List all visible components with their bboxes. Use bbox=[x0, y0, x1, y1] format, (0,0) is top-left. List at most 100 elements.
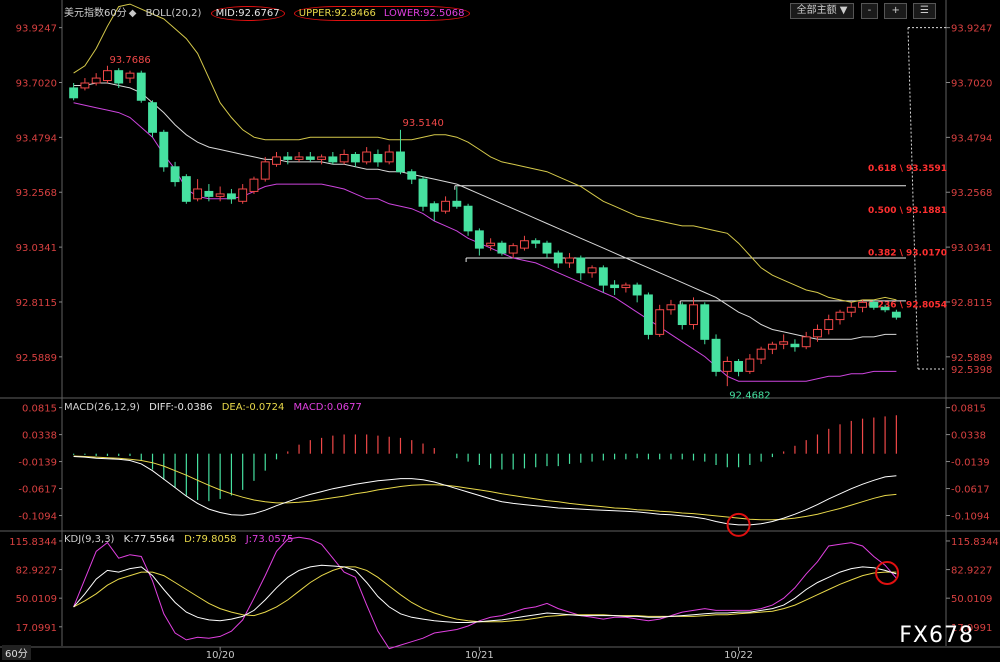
y-tick-label-right: 92.5398 bbox=[951, 365, 992, 376]
y-tick-label-right: -0.1094 bbox=[951, 512, 990, 523]
candle-body bbox=[565, 257, 574, 264]
toolbar: 全部主额 ▼ - + ☰ bbox=[787, 3, 936, 19]
candle-body bbox=[396, 151, 405, 173]
candle-body bbox=[835, 311, 845, 321]
boll-lower-value: LOWER:92.5068 bbox=[379, 6, 470, 21]
macd-macd-value: MACD:0.0677 bbox=[293, 402, 362, 413]
candle-body bbox=[103, 70, 112, 82]
y-tick-label-left: 50.0109 bbox=[16, 594, 57, 605]
candle-body bbox=[226, 193, 236, 200]
candle-body bbox=[474, 230, 484, 249]
candle-body bbox=[520, 240, 529, 249]
candle-body bbox=[350, 153, 360, 163]
y-tick-label-left: 93.2568 bbox=[16, 188, 57, 199]
x-tick-label: 10/20 bbox=[206, 650, 235, 661]
y-tick-label-right: 93.4794 bbox=[951, 133, 992, 144]
candle-body bbox=[486, 242, 496, 247]
candle-body bbox=[790, 343, 800, 348]
candle-body bbox=[407, 171, 417, 180]
boll-lower-line bbox=[73, 102, 897, 382]
candle-body bbox=[666, 304, 676, 311]
candle-body bbox=[621, 284, 631, 289]
candle-body bbox=[339, 153, 349, 163]
candle-body bbox=[643, 294, 653, 335]
price-annotation: 93.7686 bbox=[109, 55, 150, 66]
kdj-k-value: K:77.5564 bbox=[123, 534, 175, 545]
period-dropdown-icon[interactable]: ◆ bbox=[129, 8, 137, 19]
candle-body bbox=[418, 178, 428, 207]
macd-diff-value: DIFF:-0.0386 bbox=[149, 402, 213, 413]
fib-level-label: 0.382 \ 93.0170 bbox=[868, 248, 947, 258]
candle-body bbox=[441, 200, 450, 212]
candle-body bbox=[272, 156, 281, 165]
candle-body bbox=[283, 156, 293, 160]
candle-body bbox=[801, 336, 811, 348]
candle-body bbox=[452, 200, 462, 207]
candle-body bbox=[148, 102, 157, 133]
price-annotation: 93.5140 bbox=[402, 118, 443, 129]
fib-level-label: 0.236 \ 92.8054 bbox=[868, 300, 947, 310]
chart-frame bbox=[0, 0, 1000, 648]
candle-body bbox=[880, 306, 890, 311]
y-tick-label-left: 93.0341 bbox=[16, 243, 57, 254]
fib-level-label: 0.500 \ 93.1881 bbox=[868, 206, 947, 216]
candle-body bbox=[756, 348, 766, 360]
candle-body bbox=[824, 319, 834, 330]
candle-body bbox=[181, 176, 191, 202]
fib-level-label: 0.618 \ 93.3591 bbox=[868, 164, 947, 174]
y-tick-label-right: 92.8115 bbox=[951, 298, 992, 309]
candle-body bbox=[576, 257, 586, 274]
candle-body bbox=[80, 82, 90, 89]
candle-body bbox=[429, 203, 439, 212]
y-tick-label-left: 0.0815 bbox=[22, 404, 57, 415]
menu-icon[interactable]: ☰ bbox=[913, 3, 936, 19]
y-tick-label-left: 92.8115 bbox=[16, 298, 57, 309]
y-tick-label-right: 82.9227 bbox=[951, 566, 992, 577]
plus-button[interactable]: + bbox=[884, 3, 907, 19]
y-tick-label-right: -0.0139 bbox=[951, 458, 990, 469]
y-tick-label-left: -0.1094 bbox=[18, 512, 57, 523]
kdj-panel[interactable]: 115.8344 115.8344 82.9227 82.9227 50.0109 50.… bbox=[9, 536, 999, 650]
d-line bbox=[73, 566, 897, 623]
y-tick-label-right: 50.0109 bbox=[951, 594, 992, 605]
main-indicator-select[interactable]: 全部主额 ▼ bbox=[789, 3, 855, 19]
candle-body bbox=[869, 301, 879, 308]
candle-body bbox=[508, 245, 518, 254]
y-tick-label-left: 0.0338 bbox=[22, 431, 57, 442]
y-tick-label-left: 92.5889 bbox=[16, 353, 57, 364]
candle-body bbox=[249, 178, 259, 192]
watermark-logo: FX678 bbox=[899, 623, 974, 648]
candle-body bbox=[700, 304, 710, 340]
x-tick-label: 10/22 bbox=[724, 650, 753, 661]
minus-button[interactable]: - bbox=[860, 3, 879, 19]
y-tick-label-left: 93.9247 bbox=[16, 24, 57, 35]
candle-body bbox=[204, 190, 214, 197]
y-tick-label-left: -0.0139 bbox=[18, 458, 57, 469]
boll-upper-value: UPPER:92.8466 bbox=[293, 6, 380, 21]
macd-panel[interactable]: 0.0815 0.0815 0.0338 0.0338 -0.0139 -0.0139 -0… bbox=[18, 404, 990, 537]
candle-body bbox=[238, 188, 248, 202]
period-selector[interactable]: 60分 bbox=[2, 645, 31, 660]
candle-body bbox=[655, 309, 665, 335]
chart-canvas: 93.9247 93.9247 93.7020 93.7020 93.4794 93.47… bbox=[0, 0, 1000, 661]
candle-body bbox=[362, 151, 372, 163]
macd-dea-value: DEA:-0.0724 bbox=[221, 402, 285, 413]
candle-body bbox=[598, 267, 608, 286]
price-panel[interactable]: 93.9247 93.9247 93.7020 93.7020 93.4794 93.47… bbox=[16, 3, 993, 402]
y-tick-label-left: 82.9227 bbox=[16, 566, 57, 577]
candle-body bbox=[193, 188, 203, 200]
y-tick-label-right: -0.0617 bbox=[951, 485, 990, 496]
macd-name: MACD(26,12,9) bbox=[64, 402, 140, 413]
y-tick-label-left: 115.8344 bbox=[9, 537, 57, 548]
y-tick-label-right: 93.2568 bbox=[951, 188, 992, 199]
candle-body bbox=[734, 360, 744, 372]
candle-body bbox=[846, 306, 856, 313]
y-tick-label-right: 0.0338 bbox=[951, 431, 986, 442]
candle-body bbox=[553, 252, 563, 264]
y-tick-label-left: -0.0617 bbox=[18, 485, 57, 496]
period-label[interactable]: 60分 bbox=[104, 8, 127, 19]
candle-body bbox=[610, 284, 620, 289]
kdj-name: KDJ(9,3,3) bbox=[64, 534, 115, 545]
candle-body bbox=[215, 193, 225, 197]
candle-body bbox=[328, 156, 338, 163]
